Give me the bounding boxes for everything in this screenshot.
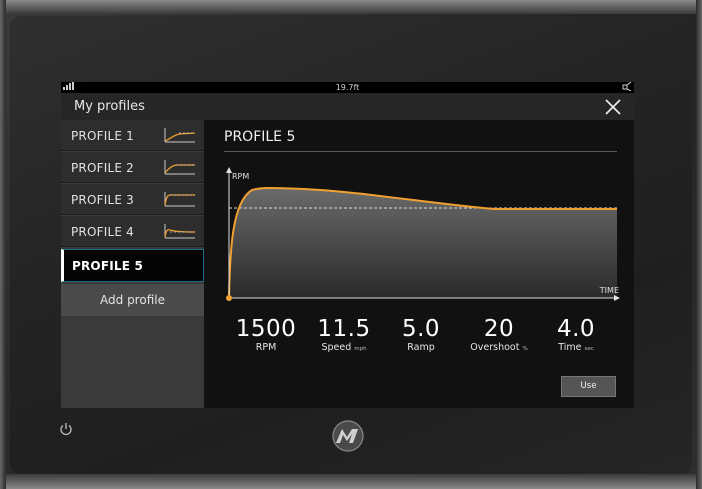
- profile-curve-icon: [164, 224, 196, 239]
- profile-curve-icon: [164, 128, 196, 143]
- stat-value: 1500: [235, 316, 297, 342]
- dialog-titlebar: My profiles: [61, 93, 634, 120]
- x-axis-label: TIME: [599, 286, 619, 295]
- profile-item-label: PROFILE 4: [71, 225, 134, 239]
- close-icon[interactable]: [601, 95, 625, 119]
- stat-label: Overshoot: [470, 342, 520, 353]
- profile-item-label: PROFILE 3: [71, 193, 134, 207]
- y-axis-label: RPM: [232, 172, 249, 181]
- status-bar: 19.7ft: [61, 82, 634, 93]
- profile-item-label: PROFILE 5: [72, 259, 144, 273]
- stat-unit: mph: [354, 346, 367, 352]
- stat-label: RPM: [255, 342, 277, 353]
- stat-label: Speed: [321, 342, 352, 353]
- brand-logo-icon: [328, 419, 368, 457]
- bezel-frame-top: [0, 0, 702, 14]
- power-icon[interactable]: [59, 421, 73, 440]
- profile-list-item-1[interactable]: PROFILE 1: [61, 120, 204, 151]
- profile-list-item-3[interactable]: PROFILE 3: [61, 184, 204, 215]
- depth-readout: 19.7ft: [335, 83, 360, 92]
- start-point-marker: [226, 295, 232, 301]
- profile-detail-pane: PROFILE 5 RPM TIME 1500 RPM 11.5 Speed m…: [204, 120, 634, 408]
- profile-list-item-5[interactable]: PROFILE 5: [61, 249, 204, 282]
- screen: 19.7ft My profiles PROFILE 1 PROFILE 2 P…: [61, 82, 634, 408]
- profile-list: PROFILE 1 PROFILE 2 PROFILE 3 PROFILE 4 …: [61, 120, 204, 408]
- bezel-frame-bottom: [0, 474, 702, 489]
- add-profile-button[interactable]: Add profile: [61, 284, 204, 316]
- bezel-frame-left: [0, 0, 6, 489]
- use-button[interactable]: Use: [561, 376, 616, 397]
- stat-unit: sec: [584, 346, 594, 352]
- profile-list-item-2[interactable]: PROFILE 2: [61, 152, 204, 183]
- profile-item-label: PROFILE 2: [71, 161, 134, 175]
- stat-value: 4.0: [556, 316, 596, 342]
- bezel-frame-right: [696, 0, 702, 489]
- stat-value: 5.0: [401, 316, 441, 342]
- profile-curve-icon: [164, 160, 195, 175]
- stat-value: 20: [483, 316, 515, 342]
- stat-overshoot[interactable]: 20 Overshoot%: [459, 316, 539, 355]
- stat-label: Ramp: [407, 342, 435, 353]
- stat-time[interactable]: 4.0 Time sec: [536, 316, 616, 355]
- dialog-title: My profiles: [74, 99, 145, 114]
- profile-curve-icon: [164, 192, 195, 207]
- display-bezel: 19.7ft My profiles PROFILE 1 PROFILE 2 P…: [0, 0, 702, 489]
- profile-list-item-4[interactable]: PROFILE 4: [61, 216, 204, 247]
- curve-fill: [229, 188, 617, 298]
- profile-item-label: PROFILE 1: [71, 129, 134, 143]
- stat-label: Time: [558, 342, 582, 353]
- stat-rpm[interactable]: 1500 RPM: [226, 316, 306, 354]
- stat-speed[interactable]: 11.5 Speed mph: [304, 316, 384, 355]
- launch-profile-chart: RPM TIME: [226, 167, 620, 301]
- stat-unit: %: [522, 346, 528, 352]
- stat-ramp[interactable]: 5.0 Ramp: [381, 316, 461, 354]
- stat-value: 11.5: [317, 316, 371, 342]
